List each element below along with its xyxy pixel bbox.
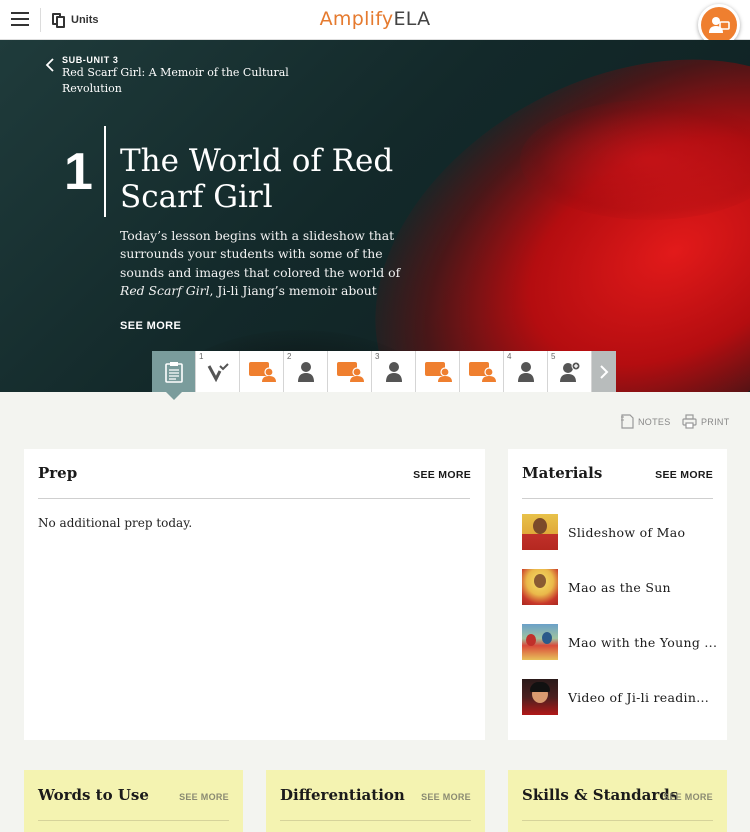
group-discussion-icon [336, 361, 364, 382]
notes-button[interactable]: NOTES [620, 414, 671, 429]
subunit-label: SUB-UNIT 3 [62, 55, 119, 65]
solo-person-icon [517, 361, 534, 382]
lesson-title: The World of Red Scarf Girl [120, 143, 394, 215]
mao-sun-thumbnail [522, 569, 558, 605]
activity-number: 3 [375, 352, 380, 361]
top-bar: Units AmplifyELA [0, 0, 750, 40]
person-add-icon [559, 361, 580, 382]
differentiation-see-more-button[interactable]: SEE MORE [421, 792, 471, 802]
chevron-right-icon [600, 364, 609, 379]
card-divider [280, 820, 471, 821]
prep-see-more-button[interactable]: SEE MORE [413, 469, 471, 481]
activity-5-solo-plus[interactable]: 5 [548, 351, 592, 392]
material-item[interactable]: Mao with the Young ... [522, 623, 722, 661]
group-discussion-icon [248, 361, 276, 382]
activity-number: 5 [551, 352, 556, 361]
words-to-use-see-more-button[interactable]: SEE MORE [179, 792, 229, 802]
card-divider [38, 820, 229, 821]
hero-see-more-button[interactable]: SEE MORE [120, 320, 181, 332]
material-item[interactable]: Slideshow of Mao [522, 513, 722, 551]
activity-1-vocab[interactable]: 1 [196, 351, 240, 392]
activity-3-solo[interactable]: 3 [372, 351, 416, 392]
mao-young-thumbnail [522, 624, 558, 660]
back-chevron-icon[interactable] [44, 57, 56, 73]
skills-standards-card: Skills & Standards SEE MORE [508, 770, 727, 832]
materials-see-more-button[interactable]: SEE MORE [655, 469, 713, 481]
lesson-hero: SUB-UNIT 3 Red Scarf Girl: A Memoir of t… [0, 40, 750, 392]
words-to-use-card: Words to Use SEE MORE [24, 770, 243, 832]
slideshow-thumbnail [522, 514, 558, 550]
print-label: PRINT [701, 416, 730, 427]
words-to-use-title: Words to Use [38, 786, 149, 804]
solo-person-icon [385, 361, 402, 382]
prep-card: Prep SEE MORE No additional prep today. [24, 449, 485, 740]
activity-strip: 1 2 3 4 5 [152, 351, 616, 400]
amplify-ela-logo: AmplifyELA [319, 8, 431, 30]
vocab-check-icon [207, 362, 229, 382]
printer-icon [682, 414, 697, 429]
notes-icon [621, 414, 634, 429]
material-label: Mao as the Sun [568, 579, 671, 595]
activity-2-discussion[interactable] [328, 351, 372, 392]
skills-standards-see-more-button[interactable]: SEE MORE [663, 792, 713, 802]
prep-divider [38, 498, 470, 499]
prep-body: No additional prep today. [38, 516, 193, 530]
differentiation-title: Differentiation [280, 786, 405, 804]
lesson-description: Today’s lesson begins with a slideshow t… [120, 228, 401, 298]
material-item[interactable]: Video of Ji-li readin... [522, 678, 722, 716]
material-item[interactable]: Mao as the Sun [522, 568, 722, 606]
activity-number: 4 [507, 352, 512, 361]
skills-standards-title: Skills & Standards [522, 786, 679, 804]
material-label: Slideshow of Mao [568, 524, 686, 540]
activity-number: 2 [287, 352, 292, 361]
subunit-title-link[interactable]: Red Scarf Girl: A Memoir of the Cultural… [62, 65, 302, 97]
materials-divider [522, 498, 713, 499]
differentiation-card: Differentiation SEE MORE [266, 770, 485, 832]
prep-title: Prep [38, 464, 78, 482]
group-discussion-icon [468, 361, 496, 382]
activity-3-discussion-b[interactable] [460, 351, 504, 392]
activity-4-solo[interactable]: 4 [504, 351, 548, 392]
strip-next-button[interactable] [592, 351, 616, 392]
clipboard-icon [164, 361, 183, 383]
activity-prep[interactable] [152, 351, 196, 400]
video-thumbnail [522, 679, 558, 715]
activity-3-discussion-a[interactable] [416, 351, 460, 392]
activity-2-solo[interactable]: 2 [284, 351, 328, 392]
notes-label: NOTES [638, 416, 671, 427]
card-divider [522, 820, 713, 821]
material-label: Mao with the Young ... [568, 634, 718, 650]
lesson-number: 1 [64, 143, 93, 201]
solo-person-icon [297, 361, 314, 382]
activity-number: 1 [199, 352, 204, 361]
materials-title: Materials [522, 464, 603, 482]
material-label: Video of Ji-li readin... [568, 689, 710, 705]
activity-1-discussion[interactable] [240, 351, 284, 392]
materials-card: Materials SEE MORE Slideshow of Mao Mao … [508, 449, 727, 740]
group-discussion-icon [424, 361, 452, 382]
teacher-icon [709, 17, 730, 33]
lesson-divider [104, 126, 106, 217]
print-button[interactable]: PRINT [682, 414, 730, 429]
